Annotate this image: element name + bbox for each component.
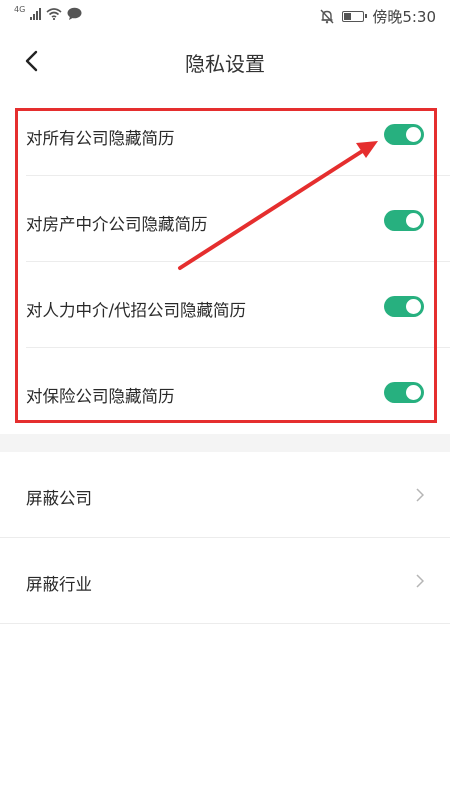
block-companies-item[interactable]: 屏蔽公司: [0, 452, 450, 538]
page-title: 隐私设置: [185, 52, 265, 76]
chevron-right-icon: [416, 488, 424, 502]
header: 隐私设置: [0, 32, 450, 90]
message-icon: [67, 7, 82, 20]
network-type: 4G: [14, 5, 26, 14]
clock: 傍晚5:30: [372, 8, 436, 26]
status-bar: 4G 傍晚5:30: [0, 0, 450, 32]
section-divider: [0, 434, 450, 452]
signal-icon: [30, 8, 42, 20]
battery-icon: [342, 11, 368, 22]
block-settings-list: 屏蔽公司 屏蔽行业: [0, 452, 450, 624]
block-industries-item[interactable]: 屏蔽行业: [0, 538, 450, 624]
battery-level: [344, 13, 352, 20]
nav-label: 屏蔽行业: [26, 575, 92, 594]
chevron-right-icon: [416, 574, 424, 588]
wifi-icon: [46, 8, 62, 20]
mute-bell-icon: [320, 9, 334, 24]
highlight-box: [15, 108, 437, 423]
divider: [0, 623, 450, 624]
nav-label: 屏蔽公司: [26, 489, 92, 508]
